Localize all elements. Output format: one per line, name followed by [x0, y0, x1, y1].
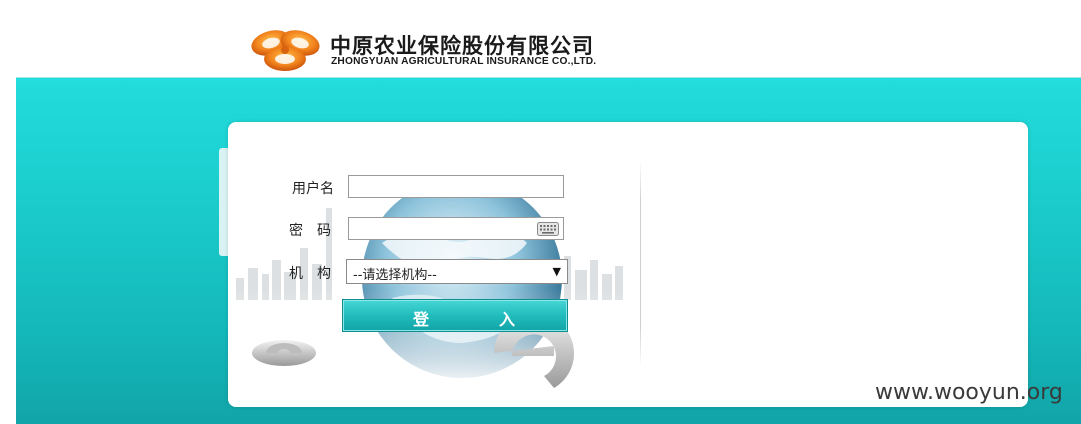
panel-divider — [640, 160, 641, 368]
password-input[interactable] — [348, 217, 564, 240]
keyboard-icon[interactable] — [537, 222, 559, 236]
org-select-value: --请选择机构-- — [353, 268, 437, 283]
org-select[interactable]: --请选择机构-- ▼ — [346, 259, 568, 284]
company-logo-icon — [251, 30, 320, 71]
login-button-label: 登入 — [413, 310, 586, 329]
password-label: 密码 — [289, 223, 345, 239]
company-name-en: ZHONGYUAN AGRICULTURAL INSURANCE CO.,LTD… — [331, 56, 597, 67]
login-button[interactable]: 登入 — [342, 299, 568, 332]
header: 中原农业保险股份有限公司 ZHONGYUAN AGRICULTURAL INSU… — [0, 0, 1081, 75]
chevron-down-icon: ▼ — [552, 265, 561, 278]
username-label: 用户名 — [292, 181, 334, 197]
org-label: 机构 — [289, 266, 345, 282]
watermark: www.wooyun.org — [875, 380, 1063, 405]
username-input[interactable] — [348, 175, 564, 198]
